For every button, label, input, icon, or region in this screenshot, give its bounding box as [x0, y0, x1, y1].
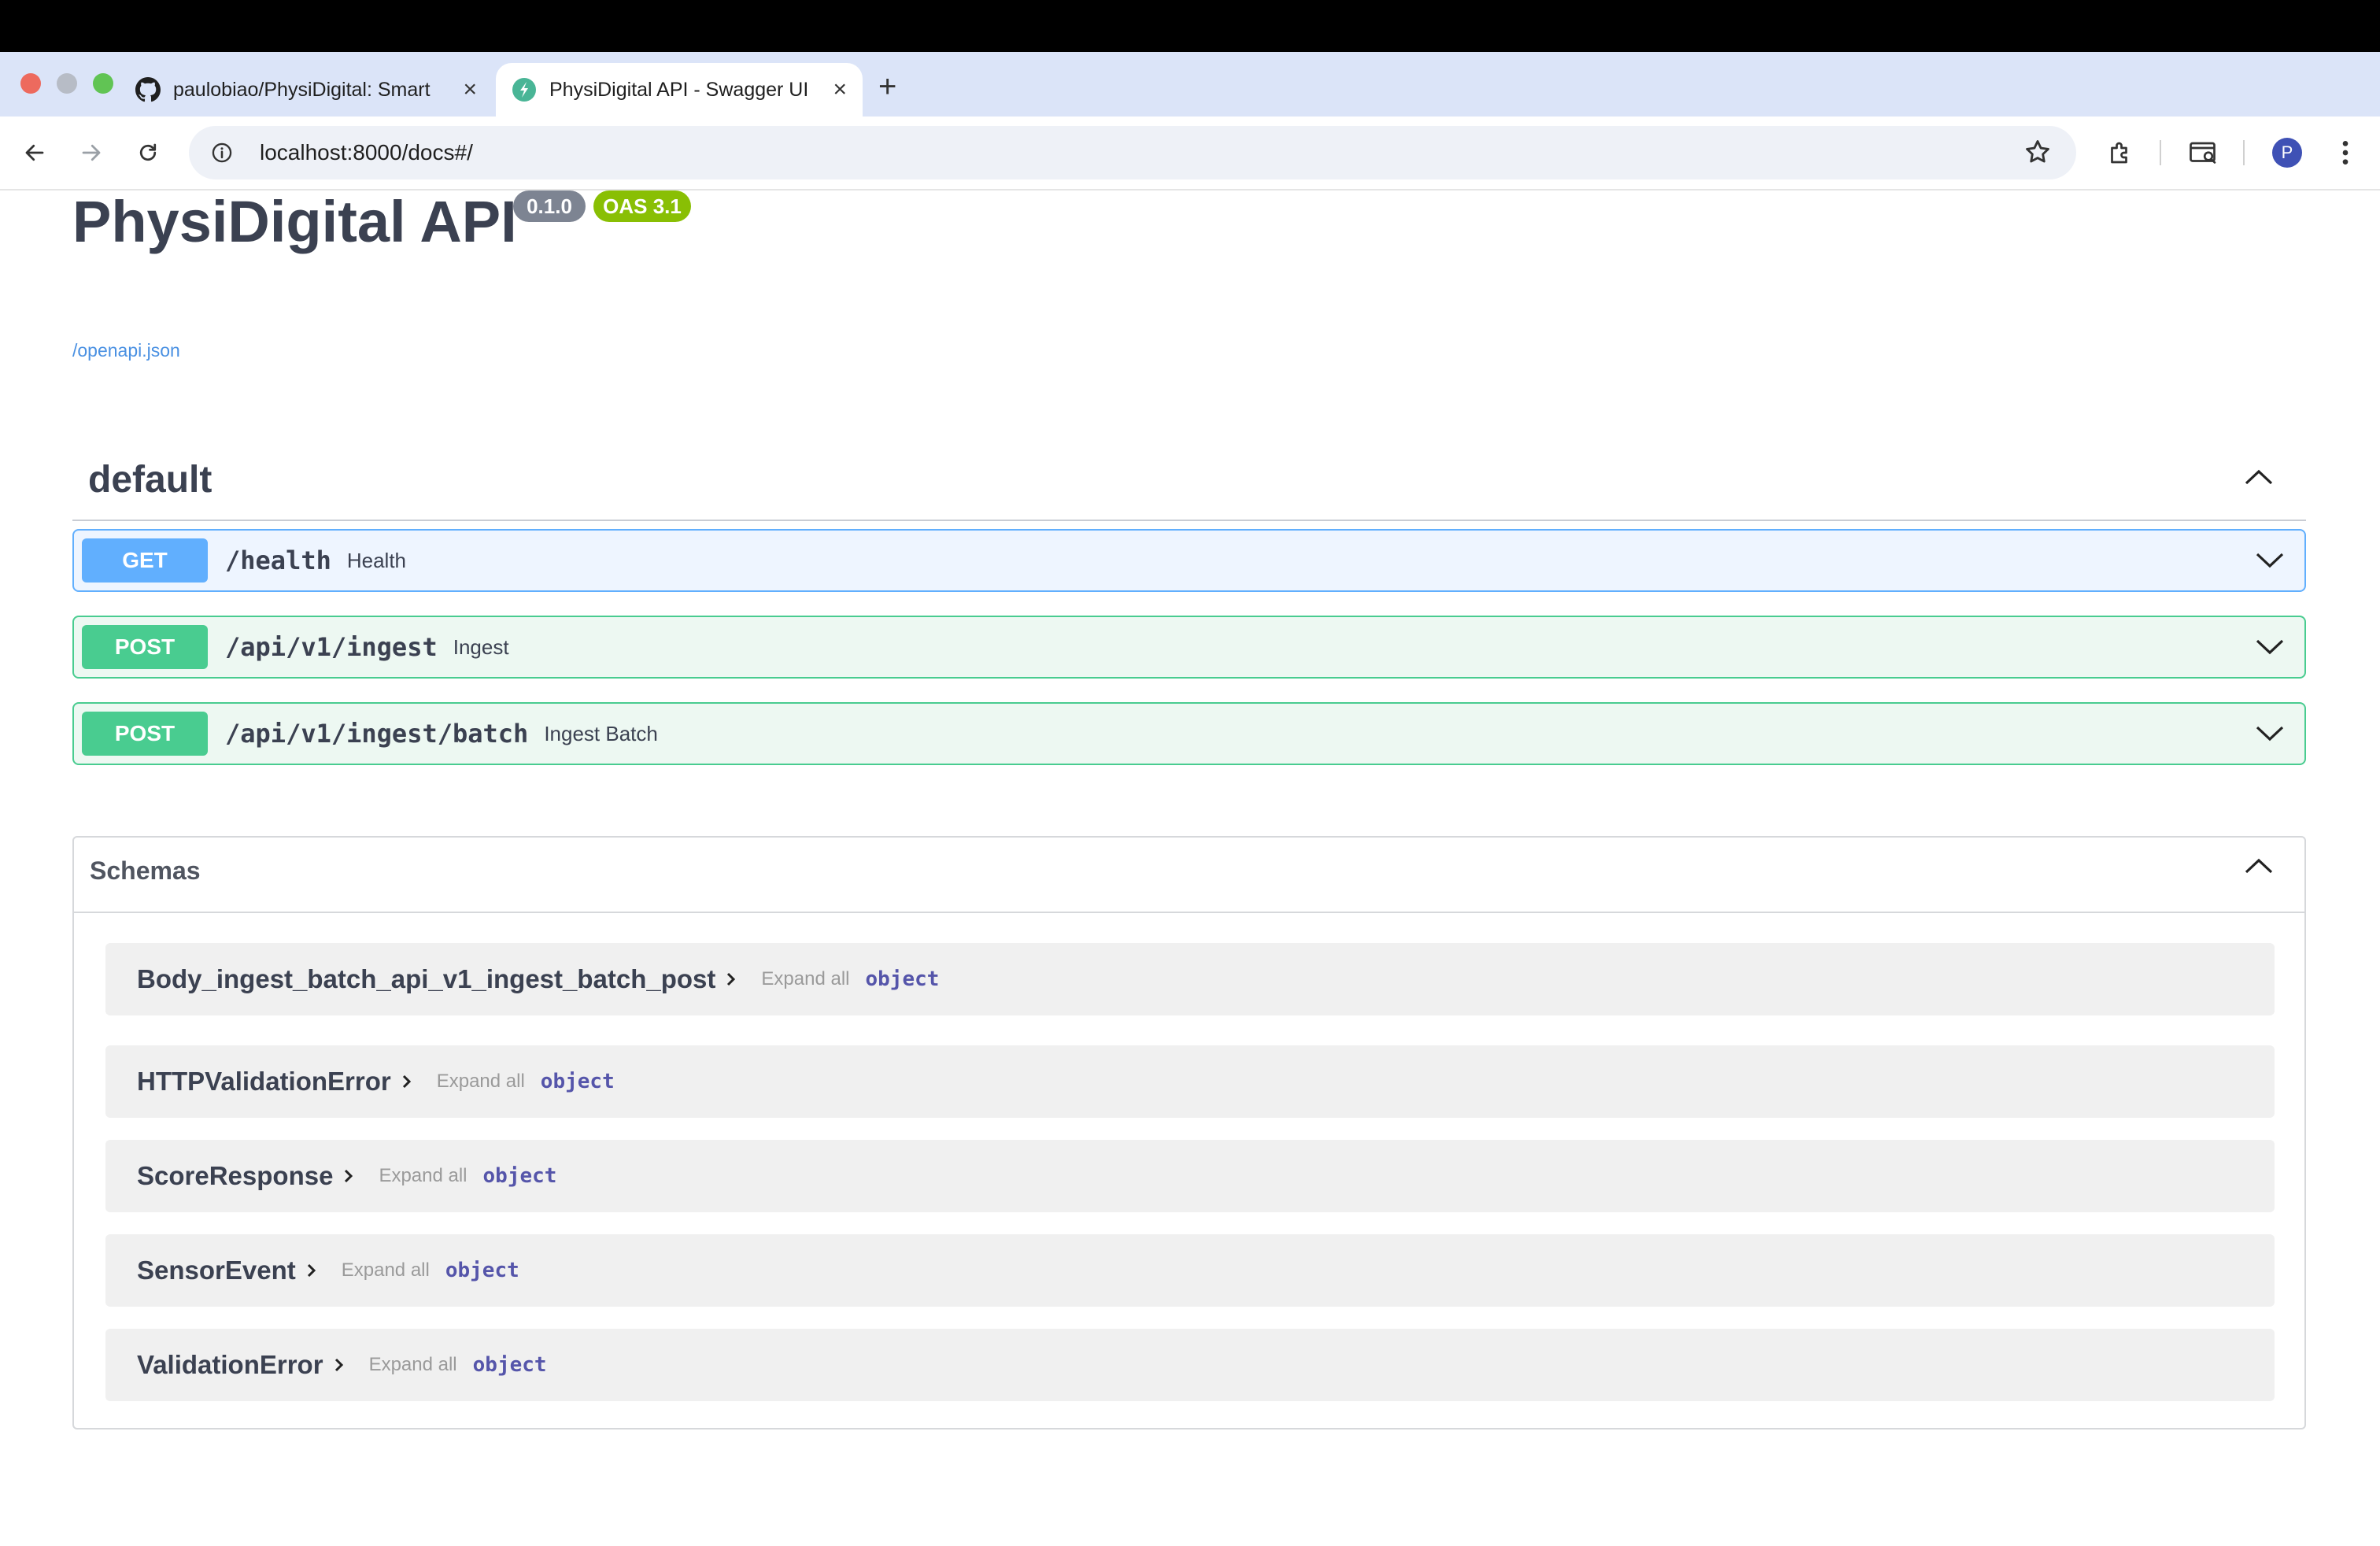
operation-path: /api/v1/ingest/batch — [225, 719, 529, 749]
browser-toolbar: localhost:8000/docs#/ P — [0, 117, 2380, 190]
schema-name[interactable]: HTTPValidationError — [137, 1067, 391, 1097]
chevron-down-icon[interactable] — [2254, 634, 2286, 662]
operation-summary: Ingest — [453, 634, 509, 659]
tab-title: paulobiao/PhysiDigital: Smart — [173, 78, 431, 101]
reload-icon — [139, 143, 157, 161]
chevron-right-icon[interactable] — [725, 971, 737, 988]
chevron-up-icon[interactable] — [2243, 856, 2275, 879]
expand-all-link[interactable]: Expand all — [342, 1259, 430, 1282]
bookmark-star-icon[interactable] — [2023, 137, 2053, 171]
schema-model-item[interactable]: HTTPValidationError Expand all object — [105, 1045, 2275, 1118]
maximize-window-button[interactable] — [93, 73, 113, 94]
operation-summary: Ingest Batch — [544, 721, 658, 745]
minimize-window-button[interactable] — [57, 73, 77, 94]
swagger-icon — [512, 78, 536, 102]
schema-type: object — [540, 1070, 615, 1093]
schema-model-item[interactable]: Body_ingest_batch_api_v1_ingest_batch_po… — [105, 943, 2275, 1015]
openapi-json-link[interactable]: /openapi.json — [72, 340, 180, 361]
extensions-icon[interactable] — [2101, 134, 2139, 172]
chevron-up-icon[interactable] — [2243, 468, 2275, 490]
url-text[interactable]: localhost:8000/docs#/ — [260, 140, 473, 165]
close-tab-icon[interactable]: × — [833, 76, 847, 103]
expand-all-link[interactable]: Expand all — [369, 1354, 457, 1376]
operation-post-ingest[interactable]: POST /api/v1/ingest Ingest — [72, 616, 2306, 679]
chevron-right-icon[interactable] — [401, 1073, 413, 1090]
operation-path: /api/v1/ingest — [225, 632, 438, 662]
schema-type: object — [445, 1259, 519, 1282]
schema-name[interactable]: ScoreResponse — [137, 1161, 333, 1191]
schemas-title: Schemas — [90, 856, 201, 885]
menu-kebab-icon[interactable] — [2326, 134, 2364, 172]
chevron-right-icon[interactable] — [333, 1356, 346, 1374]
schema-type: object — [482, 1164, 557, 1188]
chevron-down-icon[interactable] — [2254, 721, 2286, 749]
chevron-right-icon[interactable] — [342, 1167, 355, 1185]
schema-name[interactable]: SensorEvent — [137, 1256, 296, 1285]
schema-name[interactable]: Body_ingest_batch_api_v1_ingest_batch_po… — [137, 964, 715, 994]
schema-model-item[interactable]: ValidationError Expand all object — [105, 1329, 2275, 1401]
tab-strip: paulobiao/PhysiDigital: Smart × PhysiDig… — [0, 52, 2380, 117]
avatar: P — [2272, 138, 2302, 168]
schemas-section: Schemas Body_ingest_batch_api_v1_ingest_… — [72, 836, 2306, 1429]
toolbar-divider — [2243, 140, 2245, 165]
tab-github[interactable]: paulobiao/PhysiDigital: Smart × — [120, 63, 493, 117]
schema-name[interactable]: ValidationError — [137, 1350, 323, 1380]
version-badge: 0.1.0 — [513, 190, 586, 222]
schema-model-item[interactable]: ScoreResponse Expand all object — [105, 1140, 2275, 1212]
schemas-header[interactable]: Schemas — [74, 838, 2304, 913]
close-window-button[interactable] — [20, 73, 41, 94]
expand-all-link[interactable]: Expand all — [379, 1165, 467, 1187]
reload-button[interactable] — [129, 134, 167, 172]
method-badge: POST — [82, 625, 208, 669]
operation-summary: Health — [346, 548, 407, 572]
toolbar-divider — [2160, 140, 2161, 165]
github-icon — [135, 77, 161, 102]
section-title: default — [88, 459, 213, 501]
back-button[interactable] — [16, 134, 54, 172]
expand-all-link[interactable]: Expand all — [761, 968, 849, 990]
tab-title: PhysiDigital API - Swagger UI — [549, 78, 809, 101]
address-bar[interactable]: localhost:8000/docs#/ — [189, 126, 2076, 179]
chevron-down-icon[interactable] — [2254, 548, 2286, 575]
screen-top-bar — [0, 0, 2380, 52]
schema-model-item[interactable]: SensorEvent Expand all object — [105, 1234, 2275, 1307]
schema-type: object — [472, 1353, 547, 1377]
expand-all-link[interactable]: Expand all — [437, 1071, 525, 1093]
method-badge: POST — [82, 712, 208, 756]
api-title: PhysiDigital API — [72, 189, 517, 254]
operation-path: /health — [225, 546, 331, 575]
operation-post-ingest-batch[interactable]: POST /api/v1/ingest/batch Ingest Batch — [72, 702, 2306, 765]
tab-swagger[interactable]: PhysiDigital API - Swagger UI × — [496, 63, 863, 117]
arrow-right-icon — [82, 144, 101, 161]
forward-button[interactable] — [72, 134, 110, 172]
new-tab-button[interactable]: + — [878, 71, 896, 102]
oas-badge: OAS 3.1 — [593, 190, 691, 222]
profile-button[interactable]: P — [2268, 134, 2306, 172]
section-header-default[interactable]: default — [72, 449, 2306, 521]
site-info-icon[interactable] — [206, 142, 238, 164]
method-badge: GET — [82, 538, 208, 583]
close-tab-icon[interactable]: × — [463, 76, 477, 103]
chevron-right-icon[interactable] — [305, 1262, 318, 1279]
schema-type: object — [865, 967, 940, 991]
operation-get-health[interactable]: GET /health Health — [72, 529, 2306, 592]
arrow-left-icon — [25, 144, 44, 161]
tab-search-icon[interactable] — [2185, 134, 2223, 172]
